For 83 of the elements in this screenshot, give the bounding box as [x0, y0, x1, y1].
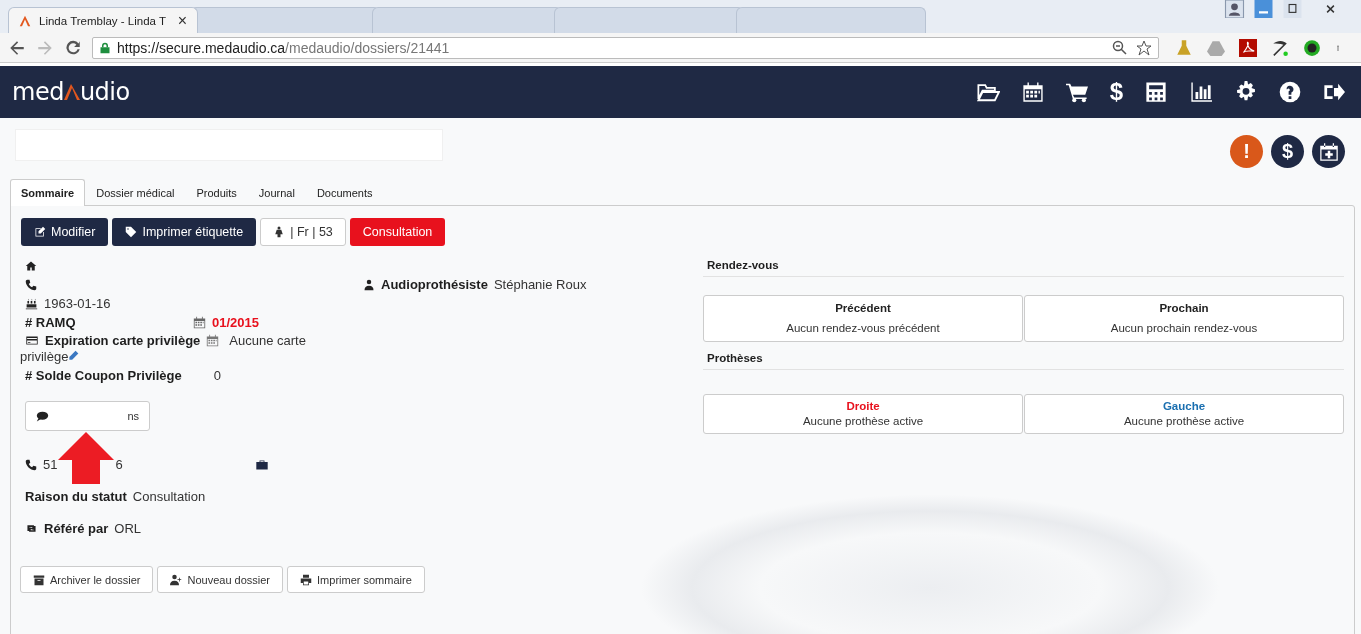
phone-number: 6 [115, 457, 123, 472]
bar-chart-icon[interactable] [1189, 81, 1213, 103]
speech-bubble-icon [36, 409, 49, 423]
field-label: # RAMQ [25, 315, 76, 330]
field-label: Référé par [44, 521, 109, 536]
expiry-date: 01/2015 [212, 315, 259, 330]
calendar-icon [193, 316, 206, 329]
calendar-icon [206, 334, 220, 347]
action-button[interactable]: Imprimer étiquette [112, 218, 257, 246]
color-wheel-icon[interactable] [1303, 38, 1321, 57]
user-plus-icon [170, 573, 183, 586]
tab[interactable]: Sommaire [10, 179, 86, 206]
zoom-icon[interactable] [1112, 39, 1128, 56]
card-text: Aucune prothèse active [1122, 415, 1246, 427]
field-label: Raison du statut [25, 489, 127, 504]
alert-button[interactable]: ! [1230, 135, 1263, 168]
lock-icon [99, 40, 111, 55]
logout-icon[interactable] [1323, 81, 1345, 103]
address-bar[interactable]: https://secure.medaudio.ca/medaudio/dossiers/21441 [92, 36, 1159, 59]
logo-text: med [12, 78, 64, 106]
cart-icon[interactable] [1065, 81, 1088, 103]
edit-icon [34, 226, 46, 238]
card-title: Gauche [1161, 400, 1207, 412]
reload-icon[interactable] [64, 38, 82, 57]
footer-button[interactable]: Imprimer sommaire [287, 566, 425, 593]
card-title: Précédent [834, 302, 892, 314]
section-title: Rendez-vous [703, 259, 1344, 277]
phone-number: 51 [43, 457, 58, 472]
pencil-icon[interactable] [68, 350, 80, 361]
field-label: # Solde Coupon Privilège [25, 368, 182, 383]
calculator-icon[interactable] [1145, 81, 1167, 103]
field-value: ORL [114, 521, 142, 536]
payment-button[interactable]: $ [1271, 135, 1304, 168]
section-title: Prothèses [703, 352, 1344, 370]
tag-icon [125, 226, 138, 238]
tab[interactable]: Dossier médical [85, 179, 186, 205]
settings-icon[interactable] [1235, 81, 1257, 103]
pdf-icon[interactable] [1239, 38, 1257, 57]
folder-icon[interactable] [975, 81, 1000, 103]
card-title: Droite [845, 400, 881, 412]
field-label: Audioprothésiste [381, 277, 488, 292]
help-icon[interactable] [1279, 81, 1301, 103]
calendar-icon[interactable] [1021, 81, 1044, 103]
tab[interactable]: Produits [185, 179, 248, 205]
notes-button[interactable]: ns [25, 401, 150, 431]
printer-icon [300, 573, 313, 586]
action-button[interactable]: Consultation [349, 218, 446, 246]
field-value: Consultation [132, 489, 206, 504]
birthday-cake-icon [25, 297, 38, 310]
add-appointment-button[interactable] [1312, 135, 1345, 168]
logo-icon [63, 82, 80, 102]
calendar-plus-icon [1318, 141, 1339, 162]
close-tab-button[interactable]: × [177, 11, 187, 30]
gender-language-age-button[interactable]: | Fr | 53 [260, 218, 346, 246]
field-value: privilège [20, 349, 69, 364]
phone-icon [25, 278, 37, 291]
home-icon [25, 259, 37, 272]
tab[interactable]: Documents [305, 179, 384, 205]
footer-button[interactable]: Archiver le dossier [20, 566, 154, 593]
pickaxe-icon[interactable] [1271, 38, 1289, 57]
field-value: 0 [213, 368, 221, 383]
tab[interactable]: Journal [247, 179, 306, 205]
birth-date: 1963-01-16 [44, 296, 111, 311]
field-label: Expiration carte privilège [45, 332, 201, 349]
up-arrow [58, 432, 114, 484]
card-title: Prochain [1158, 302, 1210, 314]
field-value: Aucune carte [229, 332, 306, 349]
card-text: Aucun prochain rendez-vous [1109, 322, 1259, 334]
browser-tab[interactable]: Linda Tremblay - Linda T × [8, 7, 198, 33]
credit-card-icon [25, 334, 39, 347]
card-text: Aucune prothèse active [801, 415, 925, 427]
star-icon[interactable] [1136, 39, 1152, 56]
doctor-icon [363, 278, 375, 291]
url-text: https://secure.medaudio.ca/medaudio/dossiers/21441 [117, 39, 450, 56]
action-button[interactable]: Modifier [21, 218, 109, 246]
card-text: Aucun rendez-vous précédent [785, 322, 941, 334]
billing-button[interactable]: $ [1109, 78, 1123, 106]
field-value: Stéphanie Roux [493, 277, 587, 292]
footer-button[interactable]: Nouveau dossier [157, 566, 284, 593]
archive-box-icon [33, 573, 45, 586]
briefcase-icon [255, 458, 269, 471]
logo-text: udio [79, 78, 130, 106]
phone-icon [25, 458, 37, 471]
